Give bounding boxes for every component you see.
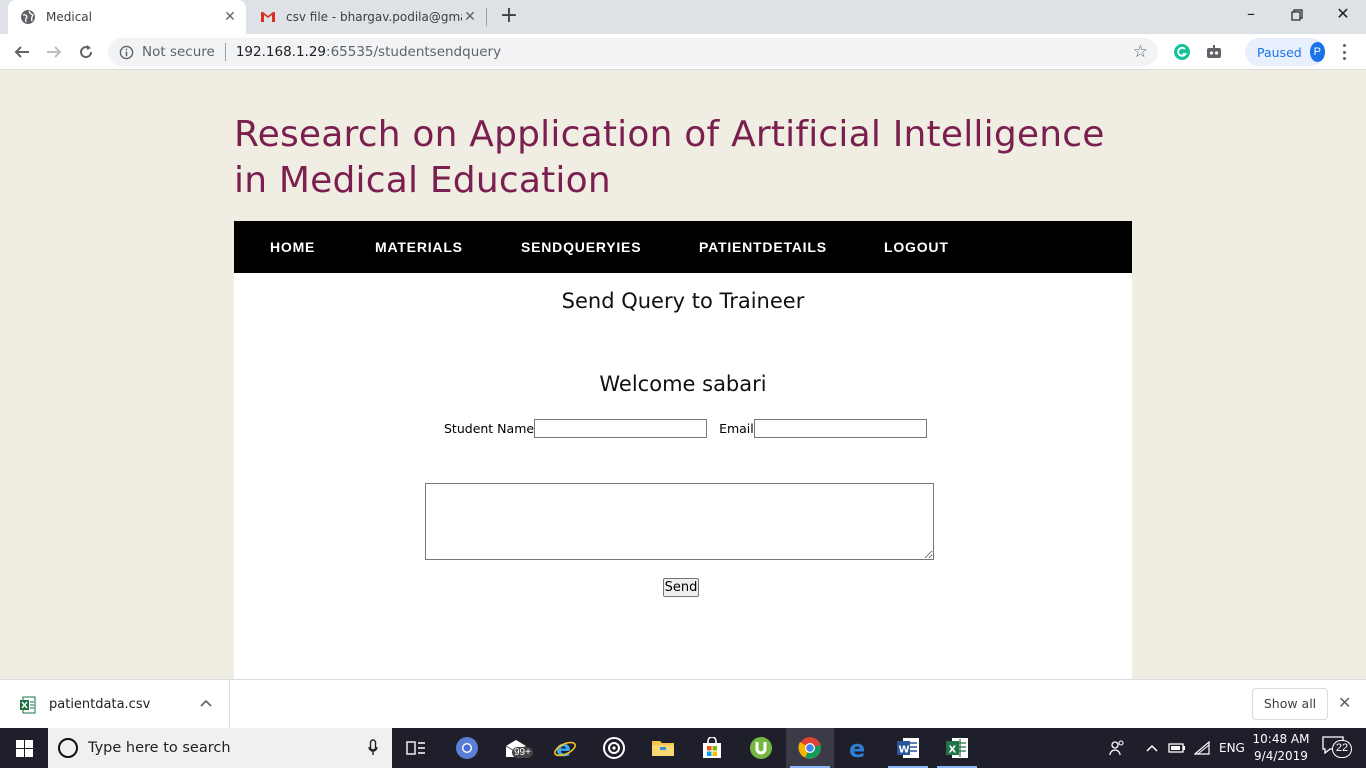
chevron-up-icon[interactable]: [200, 696, 212, 710]
close-window-icon[interactable]: ✕: [1320, 0, 1366, 30]
download-bar: patientdata.csv Show all ✕: [0, 679, 1366, 729]
close-icon[interactable]: ✕: [1338, 693, 1351, 712]
restore-icon[interactable]: [1274, 0, 1320, 30]
battery-icon[interactable]: [1168, 728, 1186, 768]
student-name-label: Student Name: [444, 421, 535, 436]
avatar: P: [1309, 42, 1325, 62]
globe-icon: [20, 9, 36, 25]
minimize-icon[interactable]: –: [1228, 0, 1274, 30]
clock[interactable]: 10:48 AM 9/4/2019: [1250, 731, 1312, 765]
more-menu-icon[interactable]: [1338, 42, 1350, 62]
file-explorer-icon[interactable]: [639, 728, 687, 768]
email-label: Email: [719, 421, 754, 436]
chevron-up-icon[interactable]: [1146, 728, 1158, 768]
microphone-icon[interactable]: [368, 739, 378, 757]
excel-file-icon: [20, 696, 36, 714]
tab-title: csv file - bhargav.podila@gmail.c: [286, 10, 462, 24]
svg-text:e: e: [556, 737, 571, 760]
utorrent-icon[interactable]: [737, 728, 785, 768]
tab-gmail[interactable]: csv file - bhargav.podila@gmail.c ✕: [248, 0, 486, 34]
info-icon[interactable]: [118, 44, 134, 60]
tab-title: Medical: [46, 10, 92, 24]
search-placeholder: Type here to search: [88, 740, 231, 756]
nav-materials[interactable]: MATERIALS: [375, 221, 463, 273]
windows-taskbar: Type here to search 99+ e e W X ENG 10:4…: [0, 728, 1366, 768]
reload-icon[interactable]: [74, 40, 98, 64]
browser-tab-strip: Medical ✕ csv file - bhargav.podila@gmai…: [0, 0, 1366, 34]
clock-time: 10:48 AM: [1252, 732, 1310, 746]
student-name-input[interactable]: [534, 419, 708, 438]
clock-date: 9/4/2019: [1254, 749, 1308, 763]
query-form-row: Student Name Email: [444, 419, 927, 438]
notification-count: 22: [1332, 740, 1352, 758]
address-bar[interactable]: Not secure 192.168.1.29:65535/studentsen…: [108, 38, 1158, 66]
svg-text:e: e: [849, 736, 865, 760]
media-player-icon[interactable]: [590, 728, 638, 768]
excel-icon[interactable]: X: [933, 728, 981, 768]
mail-icon[interactable]: 99+: [492, 728, 540, 768]
gmail-icon: [260, 9, 276, 25]
welcome-message: Welcome sabari: [599, 372, 767, 396]
chrome-canary-icon[interactable]: [443, 728, 491, 768]
profile-status: Paused: [1257, 44, 1302, 60]
main-nav: HOME MATERIALS SENDQUERYIES PATIENTDETAI…: [234, 221, 1132, 273]
store-icon[interactable]: [688, 728, 736, 768]
divider: [224, 43, 226, 61]
robot-extension-icon[interactable]: [1205, 43, 1223, 61]
people-icon[interactable]: [1108, 728, 1126, 768]
send-button[interactable]: Send: [663, 578, 699, 597]
forward-icon[interactable]: [42, 40, 66, 64]
download-file-name: patientdata.csv: [49, 697, 151, 712]
svg-text:W: W: [899, 745, 910, 756]
grammarly-icon[interactable]: [1173, 43, 1191, 61]
close-tab-icon[interactable]: ✕: [462, 9, 478, 25]
chrome-icon[interactable]: [786, 728, 834, 768]
tab-divider: [486, 8, 487, 26]
content-panel: Send Query to Traineer Welcome sabari St…: [234, 273, 1132, 679]
url-path: :65535/studentsendquery: [326, 44, 502, 60]
notification-center-icon[interactable]: 22: [1322, 736, 1352, 760]
page-heading: Send Query to Traineer: [561, 289, 805, 313]
url-host: 192.168.1.29: [235, 44, 327, 60]
bookmark-star-icon[interactable]: ☆: [1133, 43, 1148, 61]
nav-sendqueries[interactable]: SENDQUERYIES: [521, 221, 641, 273]
query-textarea[interactable]: [425, 483, 934, 560]
svg-text:X: X: [949, 745, 957, 756]
show-all-button[interactable]: Show all: [1252, 688, 1328, 720]
browser-toolbar: Not secure 192.168.1.29:65535/studentsen…: [0, 34, 1366, 70]
tab-medical[interactable]: Medical ✕: [8, 0, 246, 34]
word-icon[interactable]: W: [884, 728, 932, 768]
taskbar-search[interactable]: Type here to search: [48, 728, 392, 768]
nav-home[interactable]: HOME: [270, 221, 315, 273]
nav-patientdetails[interactable]: PATIENTDETAILS: [699, 221, 827, 273]
windows-start-icon[interactable]: [0, 728, 48, 768]
mail-badge: 99+: [512, 747, 533, 758]
edge-icon[interactable]: e: [835, 728, 883, 768]
site-title: Research on Application of Artificial In…: [234, 114, 1105, 201]
internet-explorer-icon[interactable]: e: [541, 728, 589, 768]
email-input[interactable]: [753, 419, 927, 438]
security-label: Not secure: [142, 44, 215, 60]
nav-logout[interactable]: LOGOUT: [884, 221, 949, 273]
language-indicator[interactable]: ENG: [1219, 728, 1245, 768]
new-tab-icon[interactable]: +: [498, 5, 520, 27]
back-icon[interactable]: [10, 40, 34, 64]
task-view-icon[interactable]: [392, 728, 440, 768]
cortana-icon: [58, 738, 78, 758]
download-item[interactable]: patientdata.csv: [0, 680, 230, 729]
close-tab-icon[interactable]: ✕: [222, 9, 238, 25]
wifi-icon[interactable]: [1194, 728, 1210, 768]
profile-button[interactable]: Paused P: [1245, 38, 1325, 66]
